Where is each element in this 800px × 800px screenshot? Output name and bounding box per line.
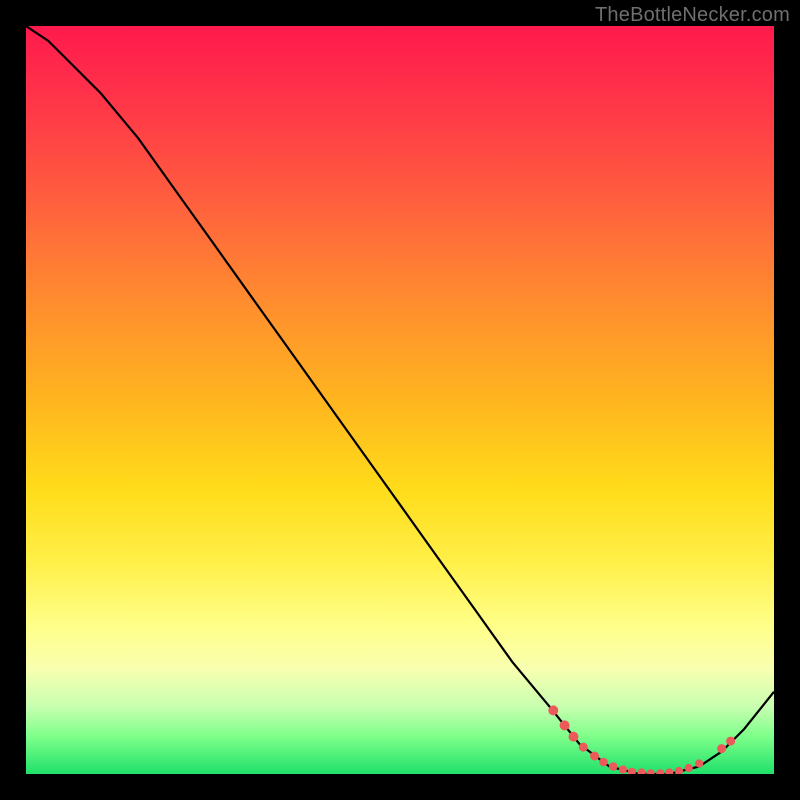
highlight-scatter bbox=[549, 706, 735, 774]
scatter-point bbox=[647, 770, 654, 774]
scatter-point bbox=[549, 706, 558, 715]
scatter-point bbox=[727, 737, 735, 745]
scatter-point bbox=[685, 764, 692, 771]
scatter-point bbox=[619, 766, 626, 773]
scatter-point bbox=[600, 758, 608, 766]
bottleneck-curve bbox=[26, 26, 774, 774]
scatter-point bbox=[638, 769, 645, 774]
scatter-point bbox=[609, 763, 617, 771]
scatter-point bbox=[591, 752, 599, 760]
scatter-point bbox=[560, 721, 569, 730]
plot-area bbox=[26, 26, 774, 774]
scatter-point bbox=[675, 767, 682, 774]
scatter-point bbox=[628, 768, 635, 774]
chart-svg bbox=[26, 26, 774, 774]
scatter-point bbox=[569, 732, 578, 741]
scatter-point bbox=[657, 770, 664, 774]
scatter-point bbox=[579, 743, 587, 751]
scatter-point bbox=[696, 760, 703, 767]
scatter-point bbox=[666, 769, 673, 774]
chart-stage: TheBottleNecker.com bbox=[0, 0, 800, 800]
scatter-point bbox=[718, 745, 726, 753]
watermark-text: TheBottleNecker.com bbox=[595, 4, 790, 27]
